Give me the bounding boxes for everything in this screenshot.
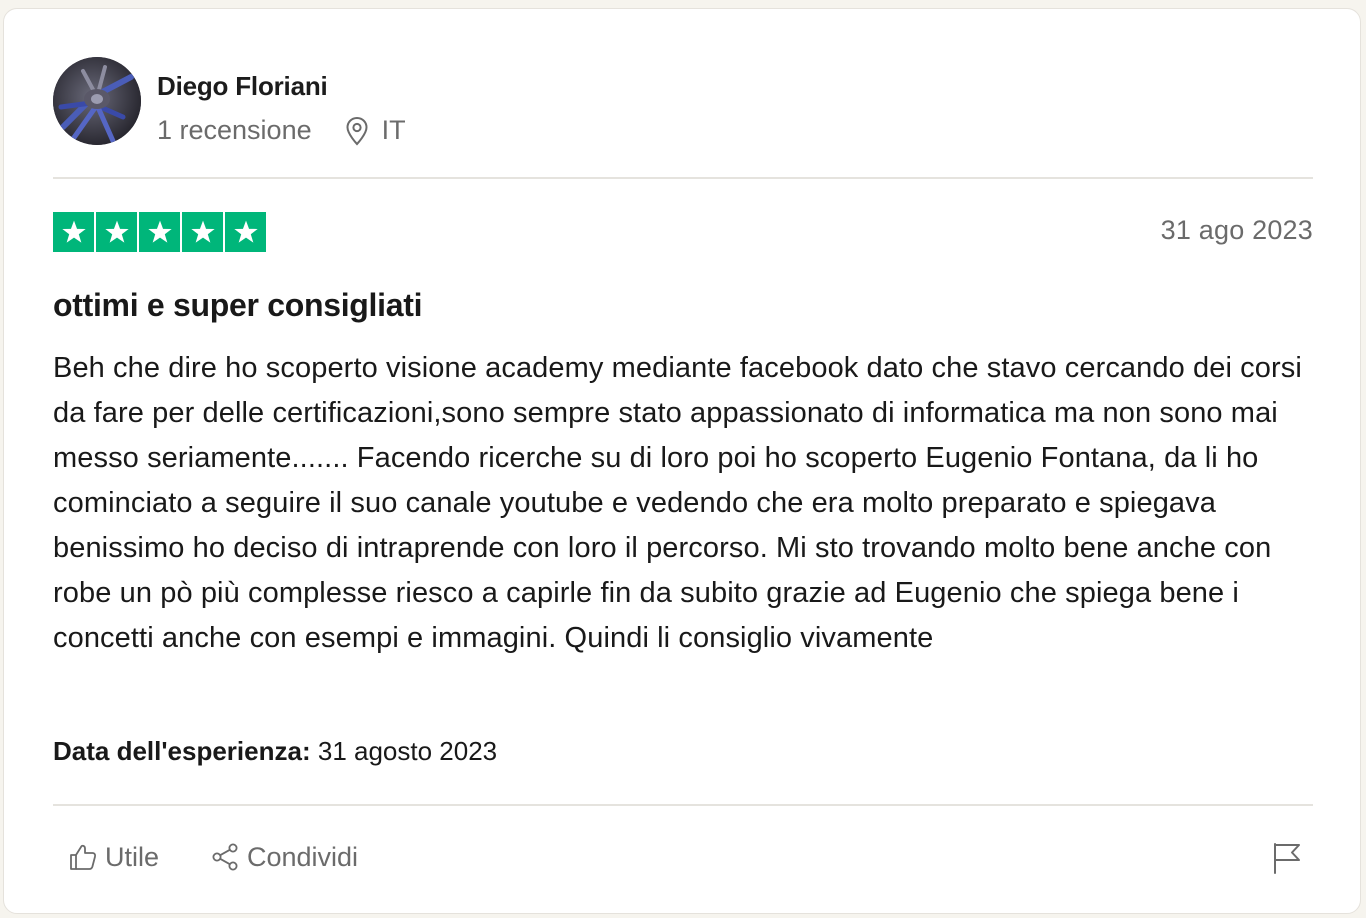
reviewer-header: Diego Floriani 1 recensione IT bbox=[53, 57, 1313, 147]
experience-date: Data dell'esperienza: 31 agosto 2023 bbox=[53, 736, 497, 767]
location-pin-icon bbox=[344, 116, 370, 146]
star-icon bbox=[182, 212, 223, 252]
star-icon bbox=[96, 212, 137, 252]
review-body: Beh che dire ho scoperto visione academy… bbox=[53, 352, 1302, 654]
header-divider bbox=[53, 177, 1313, 179]
experience-date-label: Data dell'esperienza: bbox=[53, 736, 311, 766]
star-icon bbox=[139, 212, 180, 252]
review-title[interactable]: ottimi e super consigliati bbox=[53, 287, 422, 324]
avatar-image bbox=[53, 57, 141, 145]
useful-button[interactable]: Utile bbox=[67, 841, 159, 873]
reviewer-meta: 1 recensione IT bbox=[157, 115, 406, 146]
star-icon bbox=[53, 212, 94, 252]
share-icon bbox=[212, 843, 238, 871]
review-date: 31 ago 2023 bbox=[1160, 215, 1313, 245]
share-button[interactable]: Condividi bbox=[209, 841, 358, 873]
useful-label: Utile bbox=[105, 841, 160, 872]
reviewer-name[interactable]: Diego Floriani bbox=[157, 71, 328, 102]
thumbs-up-icon bbox=[70, 844, 97, 870]
flag-icon[interactable] bbox=[1269, 841, 1303, 875]
share-label: Condividi bbox=[247, 841, 359, 872]
experience-date-value: 31 agosto 2023 bbox=[317, 736, 498, 766]
star-icon bbox=[225, 212, 266, 252]
reviewer-country: IT bbox=[381, 115, 406, 145]
review-card-content: Diego Floriani 1 recensione IT 31 ago 20… bbox=[53, 9, 1313, 913]
reviews-count: 1 recensione bbox=[157, 115, 312, 145]
star-rating bbox=[53, 212, 266, 252]
review-card: Diego Floriani 1 recensione IT 31 ago 20… bbox=[3, 8, 1361, 914]
footer-divider bbox=[53, 804, 1313, 806]
reviewer-avatar[interactable] bbox=[53, 57, 141, 145]
